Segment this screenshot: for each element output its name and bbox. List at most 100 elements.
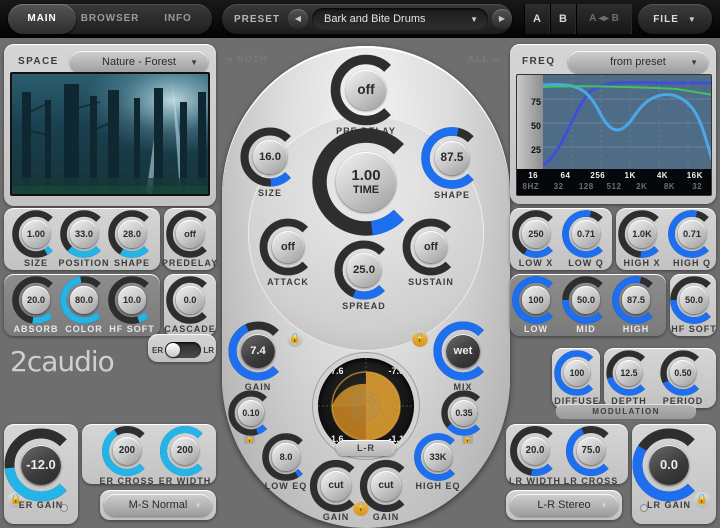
freq-knob-low-cap[interactable]: 100 bbox=[522, 286, 550, 314]
center-knob-high-gain-cap[interactable]: cut bbox=[371, 471, 401, 501]
mix-lock-icon[interactable]: 🔒 bbox=[412, 331, 428, 347]
space-knob-size[interactable]: 1.00 SIZE bbox=[12, 210, 58, 268]
mod-knob-period[interactable]: 0.50 PERIOD bbox=[660, 350, 704, 406]
space-knob-position-cap[interactable]: 33.0 bbox=[70, 220, 98, 248]
x-minor-8k: 8K bbox=[663, 182, 676, 191]
space-knob-predelay-cap[interactable]: off bbox=[176, 220, 204, 248]
er-mode-dropdown[interactable]: M-S Normal ▼ bbox=[104, 494, 212, 516]
tab-main[interactable]: MAIN bbox=[8, 4, 76, 34]
freq-response-graph[interactable]: 75 50 25 16 64 256 1K 4K 16K 8HZ 32 128 … bbox=[516, 74, 712, 196]
er-lr-toggle[interactable]: ER LR bbox=[152, 340, 214, 360]
space-knob-position[interactable]: 33.0 POSITION bbox=[58, 210, 109, 268]
preset-name-field[interactable]: Bark and Bite Drums ▼ bbox=[312, 8, 488, 30]
toggle-knob bbox=[166, 343, 181, 357]
freq-knob-high[interactable]: 87.5 HIGH bbox=[612, 276, 658, 334]
center-knob-sustain[interactable]: off SUSTAIN bbox=[402, 218, 457, 287]
center-knob-shape[interactable]: 87.5 SHAPE bbox=[421, 127, 480, 200]
center-knob-size-cap[interactable]: 16.0 bbox=[253, 140, 287, 174]
space-knob-absorb-cap[interactable]: 20.0 bbox=[22, 286, 50, 314]
er-gain-knob[interactable]: -12.0 ER GAIN bbox=[4, 428, 74, 510]
center-knob-attack-cap[interactable]: off bbox=[271, 230, 305, 264]
freq-preset-dropdown[interactable]: from preset ▼ bbox=[568, 51, 708, 73]
freq-knob-high-x[interactable]: 1.0K HIGH X bbox=[618, 210, 664, 268]
space-knob-absorb[interactable]: 20.0 ABSORB bbox=[12, 276, 58, 334]
freq-knob-hf-soft-cap[interactable]: 50.0 bbox=[680, 286, 708, 314]
center-knob-mix[interactable]: wet MIX bbox=[433, 321, 490, 392]
center-knob-gain-cap[interactable]: 7.4 bbox=[241, 334, 275, 368]
freq-knob-low-q-cap[interactable]: 0.71 bbox=[572, 220, 600, 248]
space-knob-cascade-cap[interactable]: 0.0 bbox=[176, 286, 204, 314]
toggle-track[interactable] bbox=[165, 342, 202, 358]
freq-knob-mid-cap[interactable]: 50.0 bbox=[572, 286, 600, 314]
center-knob-gain-fine[interactable]: 0.10 bbox=[228, 390, 272, 436]
lr-cross-knob[interactable]: 75.0 LR CROSS bbox=[564, 426, 617, 486]
x-major-16: 16 bbox=[528, 171, 539, 180]
center-knob-mix-cap[interactable]: wet bbox=[446, 334, 480, 368]
lr-mode-dropdown[interactable]: L-R Stereo ▼ bbox=[510, 494, 618, 516]
freq-knob-low-x[interactable]: 250 LOW X bbox=[512, 210, 558, 268]
mod-knob-diffuse[interactable]: 100 DIFFUSE bbox=[554, 350, 599, 406]
er-width-knob[interactable]: 200 ER WIDTH bbox=[159, 426, 210, 486]
center-knob-high-gain[interactable]: cut GAIN bbox=[359, 459, 410, 522]
center-knob-low-gain-cap[interactable]: cut bbox=[321, 471, 351, 501]
freq-knob-low-q[interactable]: 0.71 LOW Q bbox=[562, 210, 608, 268]
space-knob-hf-soft[interactable]: 10.0 HF SOFT bbox=[108, 276, 154, 334]
er-cross-knob[interactable]: 200 ER CROSS bbox=[99, 426, 154, 486]
y-tick-50: 50 bbox=[530, 121, 541, 131]
center-knob-low-eq[interactable]: 8.0 LOW EQ bbox=[262, 433, 308, 491]
scope-mode-button[interactable]: L-R bbox=[336, 440, 396, 456]
space-knob-hf-soft-cap[interactable]: 10.0 bbox=[118, 286, 146, 314]
center-knob-gain[interactable]: 7.4 GAIN bbox=[228, 321, 285, 392]
center-knob-size[interactable]: 16.0 SIZE bbox=[240, 127, 297, 198]
center-knob-low-gain[interactable]: cut GAIN bbox=[309, 459, 360, 522]
center-knob-spread-cap[interactable]: 25.0 bbox=[347, 253, 381, 287]
freq-knob-low-x-cap[interactable]: 250 bbox=[522, 220, 550, 248]
space-knob-color-cap[interactable]: 80.0 bbox=[70, 286, 98, 314]
lr-gain-knob[interactable]: 0.0 LR GAIN bbox=[632, 428, 702, 510]
ab-swap-button[interactable]: A ◂▸ B bbox=[576, 4, 632, 34]
center-knob-predelay-cap[interactable]: off bbox=[346, 70, 386, 110]
freq-knob-low[interactable]: 100 LOW bbox=[512, 276, 558, 334]
center-knob-sustain-cap[interactable]: off bbox=[414, 230, 448, 264]
center-knob-predelay[interactable]: off PRE DELAY bbox=[330, 54, 398, 136]
space-knob-size-cap[interactable]: 1.00 bbox=[22, 220, 50, 248]
preset-prev-button[interactable]: ◀ bbox=[288, 9, 308, 29]
center-knob-time[interactable]: 1.00TIMETIME bbox=[312, 128, 414, 236]
gain-lock-icon[interactable]: 🔒 bbox=[287, 331, 303, 347]
link-all-toggle[interactable]: ALL ∞ bbox=[468, 54, 500, 64]
center-knob-high-eq-cap[interactable]: 33K bbox=[424, 443, 452, 471]
freq-knob-high-q[interactable]: 0.71 HIGH Q bbox=[668, 210, 714, 268]
mod-knob-diffuse-cap[interactable]: 100 bbox=[563, 359, 590, 386]
freq-knob-mid[interactable]: 50.0 MID bbox=[562, 276, 608, 334]
center-knob-time-cap[interactable]: 1.00 TIME bbox=[336, 152, 396, 212]
mod-knob-depth[interactable]: 12.5 DEPTH bbox=[606, 350, 650, 406]
lr-width-knob[interactable]: 20.0 LR WIDTH bbox=[509, 426, 560, 486]
space-knob-shape[interactable]: 28.0 SHAPE bbox=[108, 210, 154, 268]
freq-knob-high-x-cap[interactable]: 1.0K bbox=[628, 220, 656, 248]
freq-knob-high-cap[interactable]: 87.5 bbox=[622, 286, 650, 314]
preset-next-button[interactable]: ▶ bbox=[492, 9, 512, 29]
space-preset-dropdown[interactable]: Nature - Forest ▼ bbox=[70, 51, 208, 73]
slot-a-button[interactable]: A bbox=[524, 4, 550, 34]
center-knob-mix-fine-cap[interactable]: 0.35 bbox=[450, 399, 477, 426]
space-knob-shape-cap[interactable]: 28.0 bbox=[118, 220, 146, 248]
mod-knob-depth-cap[interactable]: 12.5 bbox=[615, 359, 642, 386]
center-knob-high-eq[interactable]: 33K HIGH EQ bbox=[414, 433, 460, 491]
center-knob-mix-fine[interactable]: 0.35 bbox=[441, 390, 485, 436]
center-knob-attack[interactable]: off ATTACK bbox=[259, 218, 314, 287]
link-both-toggle[interactable]: ∞ BOTH bbox=[226, 54, 268, 64]
mod-knob-period-cap[interactable]: 0.50 bbox=[669, 359, 696, 386]
center-knob-low-eq-cap[interactable]: 8.0 bbox=[272, 443, 300, 471]
tab-browser[interactable]: BROWSER bbox=[76, 4, 144, 34]
center-knob-spread[interactable]: 25.0 SPREAD bbox=[334, 240, 391, 311]
space-knob-color[interactable]: 80.0 COLOR bbox=[60, 276, 106, 334]
space-knob-cascade[interactable]: 0.0 CASCADE bbox=[164, 276, 215, 334]
space-knob-predelay[interactable]: off PREDELAY bbox=[162, 210, 217, 268]
tab-info[interactable]: INFO bbox=[144, 4, 212, 34]
slot-b-button[interactable]: B bbox=[550, 4, 576, 34]
freq-knob-hf-soft[interactable]: 50.0 HF SOFT bbox=[670, 276, 716, 334]
center-knob-gain-fine-cap[interactable]: 0.10 bbox=[237, 399, 264, 426]
file-menu-button[interactable]: FILE ▼ bbox=[638, 4, 712, 34]
freq-knob-high-q-cap[interactable]: 0.71 bbox=[678, 220, 706, 248]
center-knob-attack-label: ATTACK bbox=[267, 277, 309, 287]
